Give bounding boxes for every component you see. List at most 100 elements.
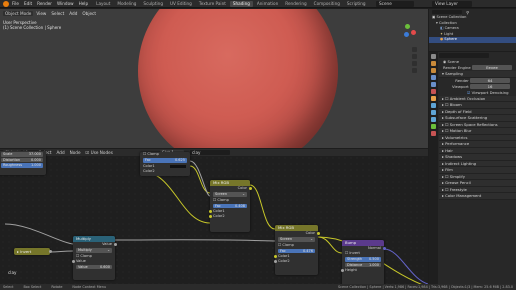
node-texture-roughness[interactable]: Roughness 1.000 — [1, 163, 43, 168]
node-mix-1-output: Color — [210, 186, 252, 191]
mode-dropdown[interactable]: Object Mode — [3, 10, 34, 16]
tab-compositing[interactable]: Compositing — [311, 1, 343, 7]
node-texture-scale[interactable]: Scale 37.000 — [1, 152, 43, 157]
shader-node-editor[interactable]: Object View Select Add Node ☑ Use Nodes … — [0, 149, 428, 290]
node-bump[interactable]: Bump Normal ☐ Invert Strength 0.500 Dista… — [340, 240, 386, 290]
output-socket[interactable] — [48, 250, 52, 253]
viewport-samples-field[interactable]: 16 — [470, 83, 510, 89]
tab-shading[interactable]: Shading — [229, 0, 253, 7]
camera-icon[interactable] — [412, 61, 417, 66]
material-icon[interactable] — [431, 131, 436, 136]
tab-sculpting[interactable]: Sculpting — [140, 1, 166, 7]
panel-color-management[interactable]: ▸ Color Management — [439, 193, 516, 200]
node-multiply[interactable]: Multiply Value Multiply ⌄ ☐ Clamp Value V… — [71, 236, 117, 280]
node-mix-1-fac[interactable]: Fac 0.408 — [213, 203, 247, 208]
gizmo-z-icon[interactable] — [404, 32, 409, 37]
output-icon[interactable] — [431, 68, 436, 73]
filter-icon[interactable]: ⚲ — [466, 10, 469, 15]
node-mix-top-clamp[interactable]: ☐ Clamp — [140, 152, 190, 157]
properties-search-input[interactable] — [439, 53, 489, 58]
node-bump-strength[interactable]: Strength 0.500 — [345, 257, 381, 262]
input-socket[interactable] — [273, 255, 277, 258]
input-socket[interactable] — [273, 260, 277, 263]
scene-icon[interactable] — [431, 82, 436, 87]
node-invert-header[interactable]: ▸ Invert — [14, 248, 50, 255]
blender-logo-icon[interactable] — [3, 1, 9, 7]
color2-label: Color2 — [213, 214, 225, 218]
gizmo-y-icon[interactable] — [405, 24, 410, 29]
properties-editor[interactable]: ◉ Scene Render Engine Eevee ▾ Sampling R… — [429, 52, 516, 290]
input-socket[interactable] — [340, 269, 344, 272]
node-mix-1[interactable]: Mix RGB Color Screen ⌄ ☐ Clamp Fac 0.408 C… — [208, 180, 252, 232]
output-socket[interactable] — [316, 232, 320, 235]
3d-viewport[interactable]: Object Mode View Select Add Object User … — [0, 9, 428, 148]
output-socket[interactable] — [113, 243, 117, 246]
output-normal-label: Normal — [367, 246, 381, 250]
node-mix-top-fac[interactable]: Fac 0.625 — [143, 158, 187, 163]
vp-menu-add[interactable]: Add — [69, 11, 77, 16]
outliner-search-input[interactable] — [432, 10, 462, 14]
input-socket[interactable] — [208, 210, 212, 213]
node-mix-1-blend[interactable]: Screen ⌄ — [213, 192, 247, 197]
gizmo-x-icon[interactable] — [411, 30, 416, 35]
node-mix-top[interactable]: ☐ Clamp Fac 0.625 Color1 Color2 — [140, 152, 190, 176]
zoom-icon[interactable] — [412, 47, 417, 52]
menu-edit[interactable]: Edit — [24, 1, 32, 6]
node-mix-1-clamp[interactable]: ☐ Clamp — [210, 198, 250, 203]
output-socket[interactable] — [382, 247, 386, 250]
sphere-object[interactable] — [138, 9, 338, 148]
node-mix-2[interactable]: Mix RGB Color Screen ⌄ ☐ Clamp Fac 0.476 C… — [273, 225, 320, 275]
frame-label: clay — [8, 270, 17, 275]
menu-render[interactable]: Render — [37, 1, 52, 6]
vp-menu-object[interactable]: Object — [82, 11, 96, 16]
node-invert[interactable]: ▸ Invert — [14, 248, 52, 255]
node-mix-2-fac[interactable]: Fac 0.476 — [278, 248, 315, 253]
node-mix-2-clamp[interactable]: ☐ Clamp — [275, 243, 318, 248]
input-socket[interactable] — [208, 215, 212, 218]
outliner[interactable]: ⚲ ▣ Scene Collection ▾ Collection ◧ Came… — [429, 9, 516, 51]
scene-selector[interactable]: Scene — [376, 1, 414, 7]
menu-file[interactable]: File — [12, 1, 19, 6]
value-label: Value — [76, 258, 86, 263]
menu-help[interactable]: Help — [79, 1, 89, 6]
physics-icon[interactable] — [431, 117, 436, 122]
viewport-header: Object Mode View Select Add Object — [0, 9, 428, 17]
modifier-icon[interactable] — [431, 103, 436, 108]
view-layer-icon[interactable] — [431, 75, 436, 80]
tab-modeling[interactable]: Modeling — [114, 1, 139, 7]
render-samples-field[interactable]: 64 — [470, 77, 510, 83]
output-socket[interactable] — [248, 187, 252, 190]
node-mix-2-blend[interactable]: Screen ⌄ — [278, 237, 315, 242]
node-texture[interactable]: Scale 37.000 Distortion 0.000 Roughness 1.0… — [0, 151, 46, 175]
tab-scripting[interactable]: Scripting — [344, 1, 369, 7]
node-multiply-value2[interactable]: Value 0.600 — [76, 264, 112, 269]
world-icon[interactable] — [431, 89, 436, 94]
node-texture-distortion[interactable]: Distortion 0.000 — [1, 157, 43, 162]
render-samples-label: Render — [455, 77, 469, 83]
vp-menu-view[interactable]: View — [36, 11, 46, 16]
tab-texture-paint[interactable]: Texture Paint — [196, 1, 229, 7]
view-layer-selector[interactable]: View Layer — [432, 1, 472, 7]
node-bump-distance[interactable]: Distance 1.000 — [345, 262, 381, 267]
tool-icon[interactable] — [431, 54, 436, 59]
color1-swatch[interactable] — [170, 164, 186, 168]
outliner-row-sphere[interactable]: ● Sphere — [429, 37, 516, 43]
render-icon[interactable] — [431, 61, 436, 66]
tab-layout[interactable]: Layout — [93, 1, 113, 7]
grid-icon[interactable] — [412, 68, 417, 73]
object-icon[interactable] — [431, 96, 436, 101]
data-icon[interactable] — [431, 124, 436, 129]
node-bump-invert[interactable]: ☐ Invert — [342, 251, 384, 256]
node-multiply-operation[interactable]: Multiply ⌄ — [76, 248, 112, 253]
particles-icon[interactable] — [431, 110, 436, 115]
panel-label: Hair — [445, 147, 453, 153]
vp-menu-select[interactable]: Select — [51, 11, 64, 16]
input-socket[interactable] — [71, 259, 75, 263]
menu-window[interactable]: Window — [57, 1, 74, 6]
tab-animation[interactable]: Animation — [254, 1, 281, 7]
tab-rendering[interactable]: Rendering — [282, 1, 309, 7]
hand-icon[interactable] — [412, 54, 417, 59]
navigation-gizmo[interactable] — [398, 22, 418, 42]
tab-uv-editing[interactable]: UV Editing — [167, 1, 195, 7]
render-engine-dropdown[interactable]: Eevee — [471, 65, 512, 70]
